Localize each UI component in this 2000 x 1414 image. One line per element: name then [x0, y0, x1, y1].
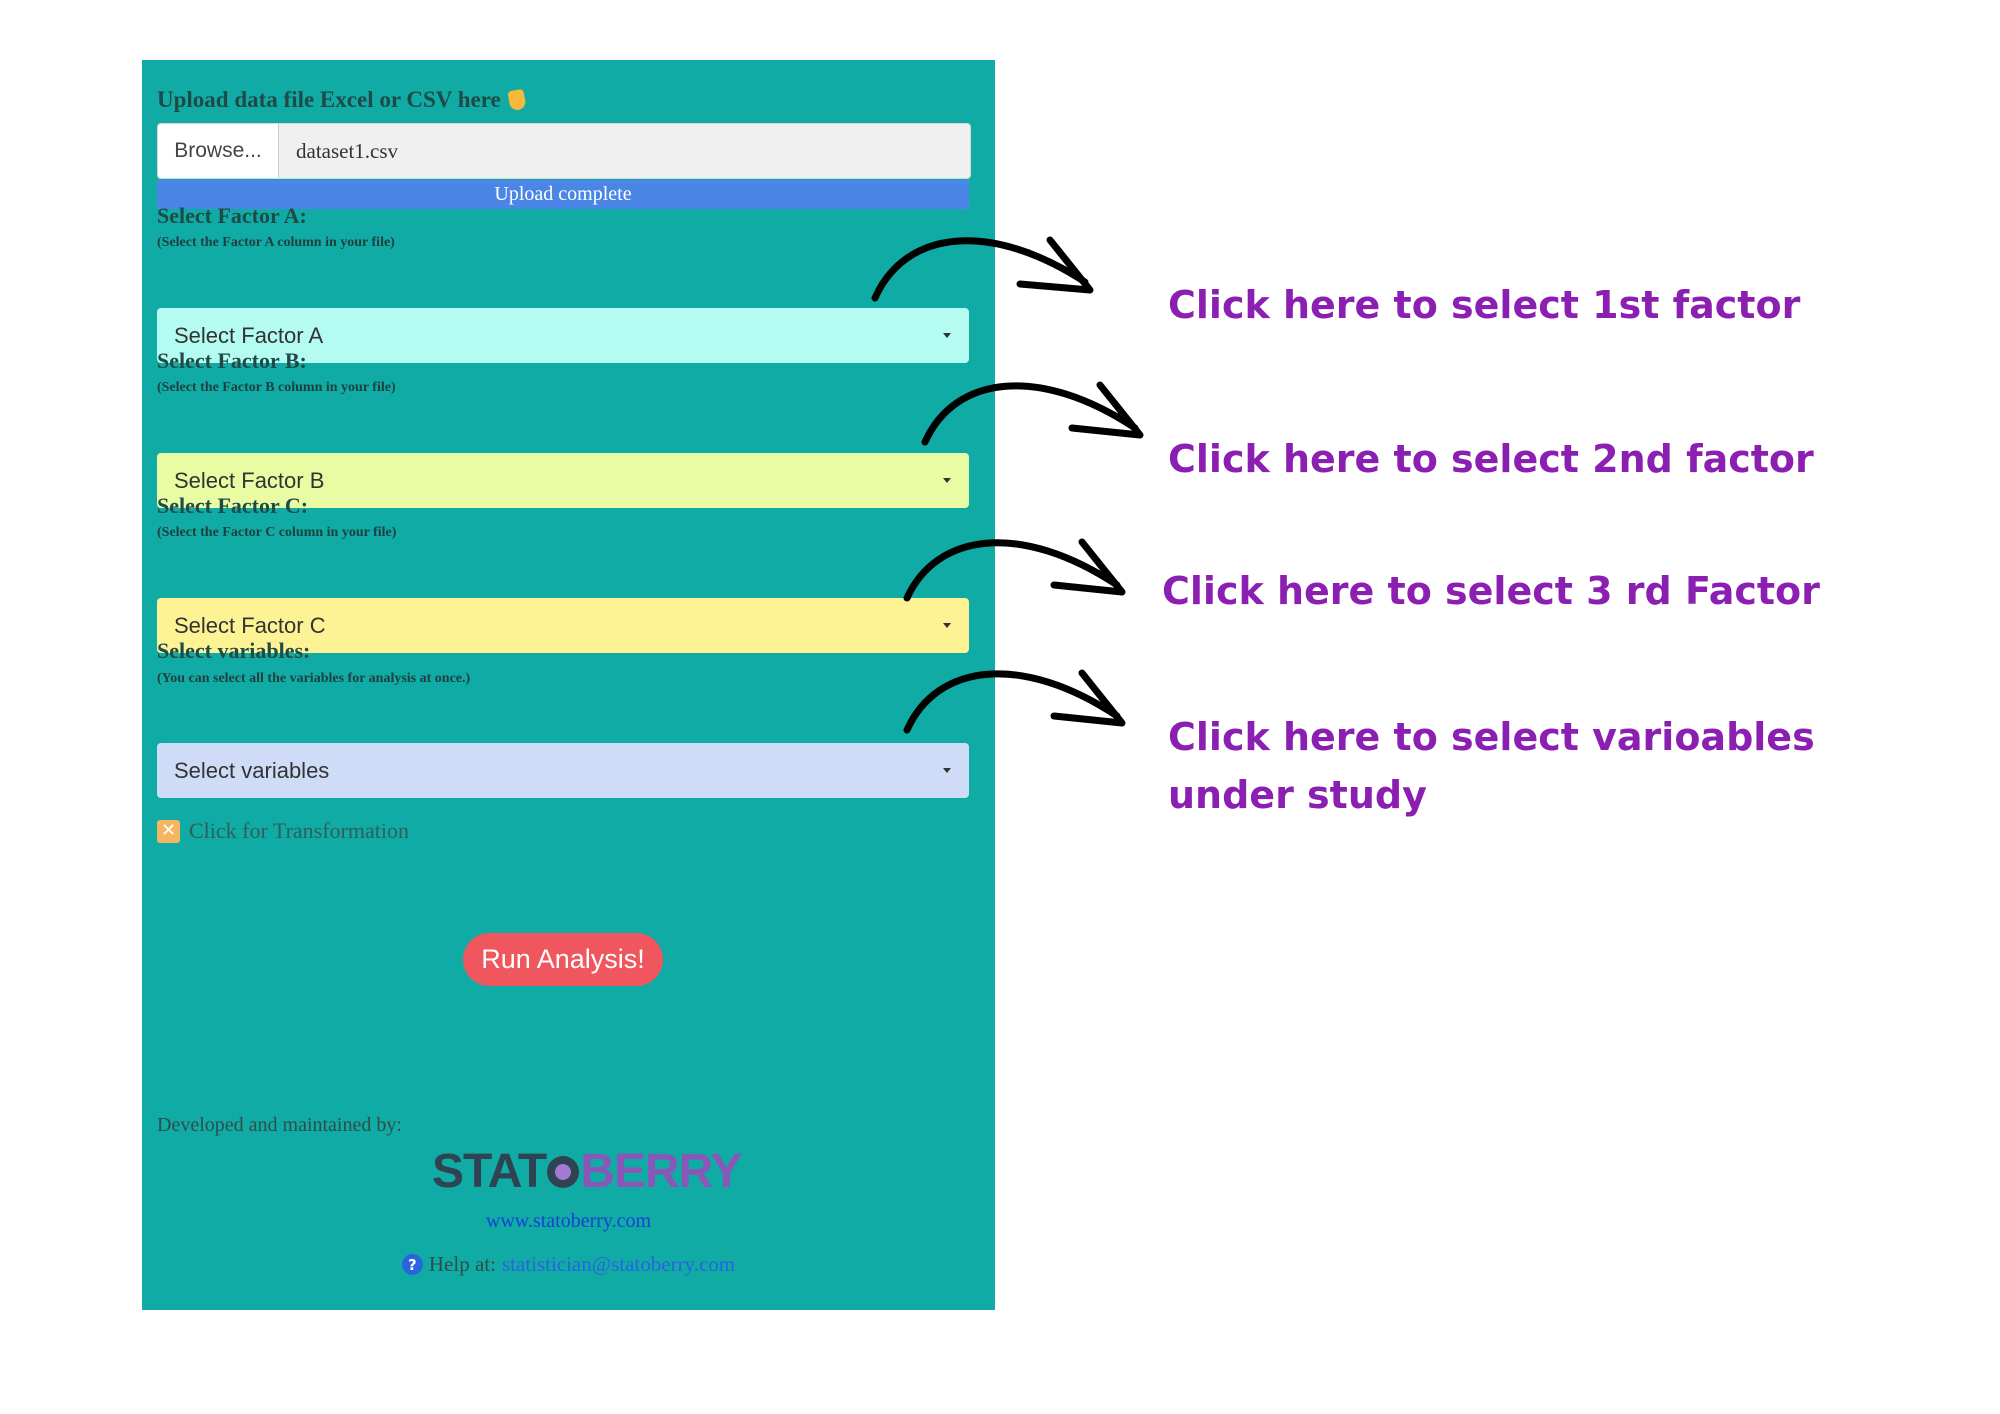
annotation-variables: Click here to select varioables [1168, 715, 1815, 759]
arrow-1st-factor [871, 236, 1094, 302]
arrow-3rd-factor [903, 538, 1126, 602]
annotation-3rd-factor: Click here to select 3 rd Factor [1162, 569, 1820, 613]
annotation-arrows [871, 236, 1144, 734]
annotation-2nd-factor: Click here to select 2nd factor [1168, 437, 1814, 481]
annotation-1st-factor: Click here to select 1st factor [1168, 283, 1801, 327]
arrow-2nd-factor [921, 381, 1144, 446]
arrow-variables [903, 669, 1126, 734]
annotation-variables-line2: under study [1168, 773, 1427, 817]
